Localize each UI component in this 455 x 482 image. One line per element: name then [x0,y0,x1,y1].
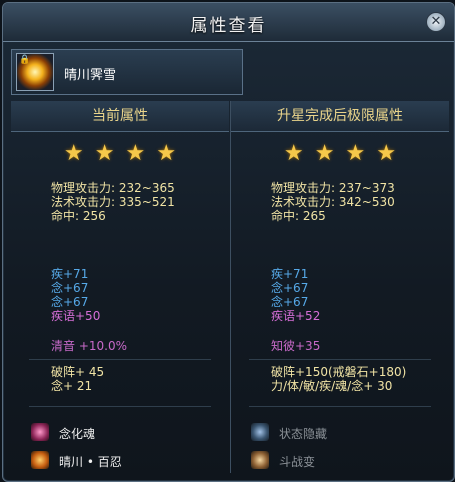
extra-attributes: 破阵+150(戒磐石+180) 力/体/敏/疾/魂/念+ 30 [271,365,406,393]
current-attributes-header: 当前属性 [11,101,229,132]
extra-attr: 力/体/敏/疾/魂/念+ 30 [271,379,393,393]
skill-label: 状态隐藏 [279,427,328,441]
star-icon: ★ [283,141,304,166]
special-attribute: 清音 +10.0% [51,339,127,353]
bonus-attr: 念+67 [51,281,89,295]
attr-physical-attack: 物理攻击力: 237~373 [271,181,395,195]
extra-attr: 破阵+150(戒磐石+180) [271,365,407,379]
bonus-attr: 疾语+52 [271,309,321,323]
bonus-attr: 念+67 [271,295,309,309]
max-attributes-header: 升星完成后极限属性 [231,101,449,132]
skill-hidden-icon [251,423,269,441]
skill-claw-icon [251,451,269,469]
item-name: 晴川霁雪 [64,68,117,83]
window-title: 属性查看 [190,16,267,36]
star-rating: ★ ★ ★ ★ [231,141,449,166]
divider [29,359,211,360]
item-header: 🔒 晴川霁雪 [11,49,243,95]
attribute-view-window: 属性查看 ✕ 🔒 晴川霁雪 当前属性 ★ ★ ★ ★ 物理攻击力: 232~36… [2,2,455,482]
star-icon: ★ [314,141,335,166]
bonus-attr: 念+67 [271,281,309,295]
bonus-attr: 念+67 [51,295,89,309]
attr-physical-attack: 物理攻击力: 232~365 [51,181,175,195]
base-attributes: 物理攻击力: 237~373 法术攻击力: 342~530 命中: 265 [271,181,395,223]
special-attribute: 知彼+35 [271,339,321,353]
skill-soul-icon [31,423,49,441]
skill-label: 念化魂 [59,427,96,441]
star-icon: ★ [63,141,84,166]
star-icon: ★ [376,141,397,166]
lock-icon: 🔒 [19,55,31,65]
extra-attr: 念+ 21 [51,379,93,393]
divider [29,406,211,407]
attr-accuracy: 命中: 256 [51,209,106,223]
attribute-columns: 当前属性 ★ ★ ★ ★ 物理攻击力: 232~365 法术攻击力: 335~5… [11,101,449,473]
star-icon: ★ [156,141,177,166]
bonus-attr: 疾+71 [271,267,309,281]
skill-label: 斗战变 [279,455,316,469]
divider [249,406,431,407]
skill-flame-icon [31,451,49,469]
bonus-attributes: 疾+71 念+67 念+67 疾语+50 [51,267,100,323]
bonus-attributes: 疾+71 念+67 念+67 疾语+52 [271,267,320,323]
extra-attributes: 破阵+ 45 念+ 21 [51,365,104,393]
attr-magic-attack: 法术攻击力: 335~521 [51,195,175,209]
star-icon: ★ [345,141,366,166]
skill-label: 晴川 • 百忍 [59,455,122,469]
close-button[interactable]: ✕ [426,12,446,32]
divider [249,359,431,360]
extra-attr: 破阵+ 45 [51,365,105,379]
sun-orb-icon[interactable]: 🔒 [16,53,54,91]
bonus-attr: 疾+71 [51,267,89,281]
star-rating: ★ ★ ★ ★ [11,141,229,166]
star-icon: ★ [94,141,115,166]
bonus-attr: 疾语+50 [51,309,101,323]
star-icon: ★ [125,141,146,166]
max-attributes-column: 升星完成后极限属性 ★ ★ ★ ★ 物理攻击力: 237~373 法术攻击力: … [230,101,449,473]
title-bar: 属性查看 ✕ [3,3,454,42]
attr-accuracy: 命中: 265 [271,209,326,223]
current-attributes-column: 当前属性 ★ ★ ★ ★ 物理攻击力: 232~365 法术攻击力: 335~5… [11,101,229,473]
attr-magic-attack: 法术攻击力: 342~530 [271,195,395,209]
base-attributes: 物理攻击力: 232~365 法术攻击力: 335~521 命中: 256 [51,181,175,223]
